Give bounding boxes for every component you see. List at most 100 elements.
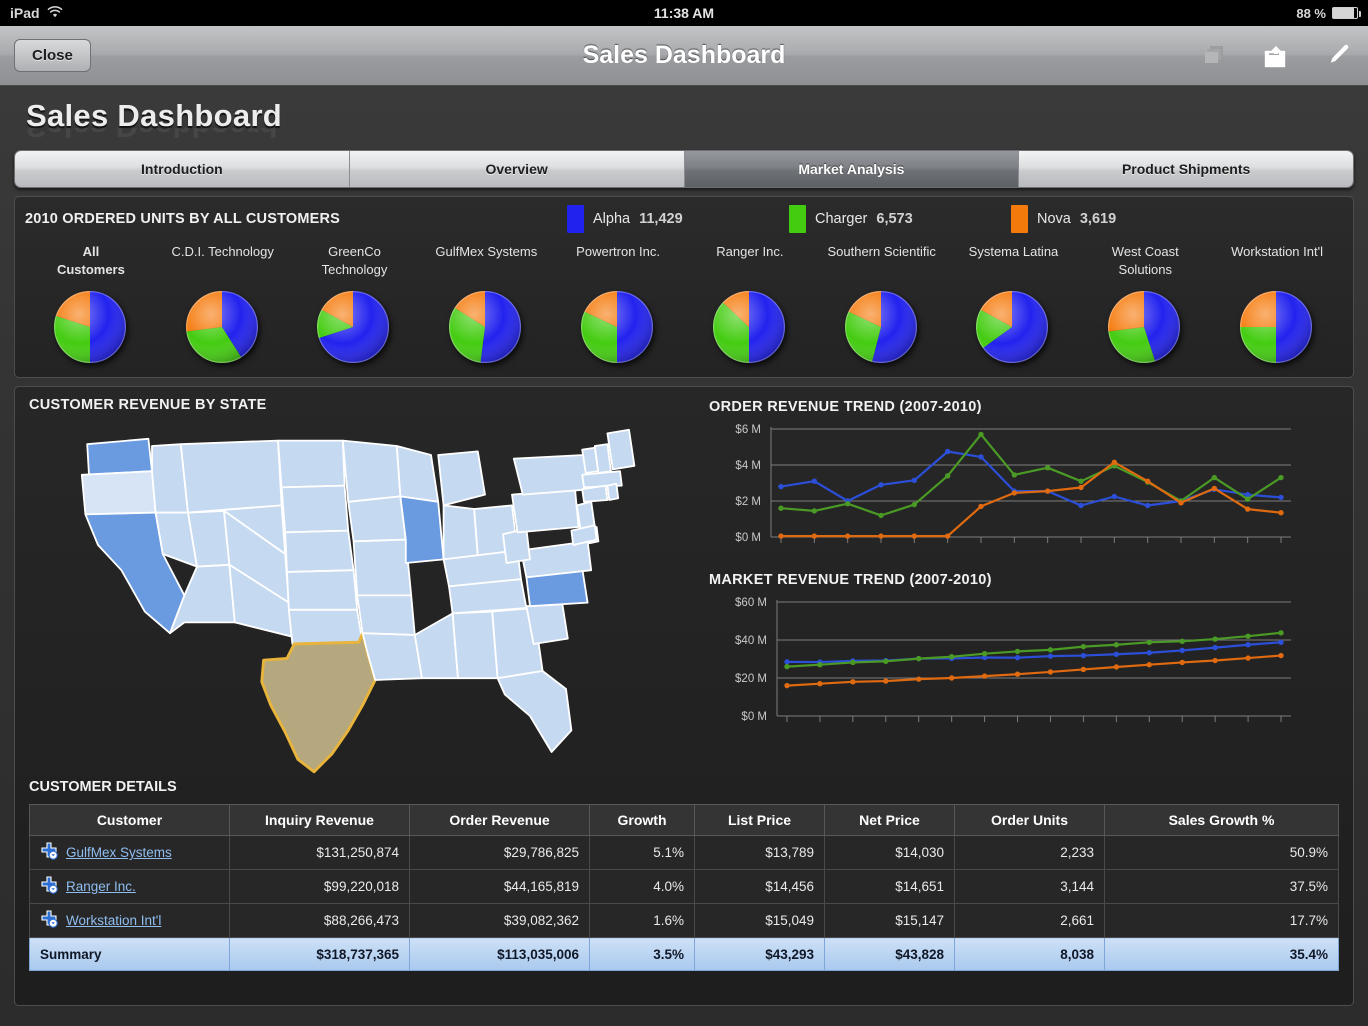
- pie-cell-7[interactable]: Systema Latina: [948, 243, 1080, 367]
- pie-cell-2[interactable]: GreenCo Technology: [289, 243, 421, 367]
- status-clock: 11:38 AM: [653, 5, 715, 21]
- cell-summary-list-price: $43,293: [694, 937, 825, 971]
- table-row[interactable]: Ranger Inc. $99,220,018 $44,165,819 4.0%…: [29, 869, 1339, 904]
- toolbar-title: Sales Dashboard: [582, 41, 786, 69]
- legend-value-nova: 3,619: [1079, 211, 1117, 227]
- customer-details-table: Customer Inquiry Revenue Order Revenue G…: [29, 804, 1339, 971]
- pie-chart-0[interactable]: [51, 287, 131, 367]
- pie-chart-8[interactable]: [1105, 287, 1185, 367]
- pie-cell-9[interactable]: Workstation Int'l: [1211, 243, 1343, 367]
- legend-item-charger[interactable]: Charger 6,573: [789, 205, 1011, 233]
- market-revenue-trend-block: MARKET REVENUE TREND (2007-2010) $0 M $20…: [709, 572, 1339, 749]
- col-order-revenue[interactable]: Order Revenue: [409, 804, 590, 836]
- expand-row-icon[interactable]: [40, 842, 58, 863]
- svg-text:$0 M: $0 M: [741, 711, 767, 723]
- cell-net-price: $14,651: [824, 869, 955, 904]
- cell-growth: 1.6%: [589, 903, 695, 938]
- order-revenue-trend-title: ORDER REVENUE TREND (2007-2010): [709, 399, 982, 415]
- pie-chart-1[interactable]: [183, 287, 263, 367]
- pie-chart-5[interactable]: [710, 287, 790, 367]
- legend-item-nova[interactable]: Nova 3,619: [1011, 205, 1233, 233]
- close-button[interactable]: Close: [14, 39, 91, 72]
- tab-market-analysis[interactable]: Market Analysis: [684, 151, 1020, 187]
- col-net-price[interactable]: Net Price: [824, 804, 955, 836]
- cell-summary-growth: 3.5%: [589, 937, 695, 971]
- col-customer[interactable]: Customer: [29, 804, 230, 836]
- cell-list-price: $13,789: [694, 835, 825, 870]
- cell-list-price: $15,049: [694, 903, 825, 938]
- pie-chart-2[interactable]: [314, 287, 394, 367]
- pie-chart-9[interactable]: [1237, 287, 1317, 367]
- pie-cell-6[interactable]: Southern Scientific: [816, 243, 948, 367]
- pencil-icon[interactable]: [1324, 41, 1354, 71]
- col-list-price[interactable]: List Price: [694, 804, 825, 836]
- pie-chart-7[interactable]: [973, 287, 1053, 367]
- pie-chart-6[interactable]: [842, 287, 922, 367]
- pie-cell-4[interactable]: Powertron Inc.: [552, 243, 684, 367]
- col-inquiry-revenue[interactable]: Inquiry Revenue: [229, 804, 410, 836]
- expand-row-icon[interactable]: [40, 910, 58, 931]
- pie-cell-5[interactable]: Ranger Inc.: [684, 243, 816, 367]
- pie-cell-0[interactable]: All Customers: [25, 243, 157, 367]
- cell-order-revenue: $29,786,825: [409, 835, 590, 870]
- status-left: iPad: [10, 5, 63, 21]
- page-title: Sales Dashboard: [26, 98, 283, 133]
- cell-summary-inquiry-revenue: $318,737,365: [229, 937, 410, 971]
- cell-summary-order-units: 8,038: [954, 937, 1105, 971]
- table-header-row: Customer Inquiry Revenue Order Revenue G…: [29, 804, 1339, 836]
- market-revenue-trend-chart[interactable]: $0 M $20 M $40 M $60 M: [709, 594, 1339, 749]
- wifi-icon: [47, 5, 63, 21]
- pie-chart-3[interactable]: [446, 287, 526, 367]
- table-row[interactable]: Workstation Int'l $88,266,473 $39,082,36…: [29, 903, 1339, 938]
- device-label: iPad: [10, 5, 40, 21]
- cell-growth: 5.1%: [589, 835, 695, 870]
- pie-cell-8[interactable]: West Coast Solutions: [1079, 243, 1211, 367]
- pie-label-9: Workstation Int'l: [1231, 244, 1323, 259]
- col-sales-growth[interactable]: Sales Growth %: [1104, 804, 1339, 836]
- svg-text:$4 M: $4 M: [735, 460, 761, 472]
- pie-cell-3[interactable]: GulfMex Systems: [420, 243, 552, 367]
- col-order-units[interactable]: Order Units: [954, 804, 1105, 836]
- cell-growth: 4.0%: [589, 869, 695, 904]
- pie-chart-4[interactable]: [578, 287, 658, 367]
- pie-label-4: Powertron Inc.: [576, 244, 660, 259]
- us-map[interactable]: [29, 419, 697, 784]
- cell-order-revenue: $44,165,819: [409, 869, 590, 904]
- tab-product-shipments[interactable]: Product Shipments: [1019, 151, 1353, 187]
- cell-summary-label: Summary: [29, 937, 230, 971]
- cell-customer[interactable]: Workstation Int'l: [29, 903, 230, 938]
- table-row[interactable]: GulfMex Systems $131,250,874 $29,786,825…: [29, 835, 1339, 870]
- pie-panel-header: 2010 ORDERED UNITS BY ALL CUSTOMERS Alph…: [25, 205, 1343, 233]
- tab-introduction[interactable]: Introduction: [15, 151, 350, 187]
- cell-order-revenue: $39,082,362: [409, 903, 590, 938]
- expand-row-icon[interactable]: [40, 876, 58, 897]
- cell-net-price: $14,030: [824, 835, 955, 870]
- order-revenue-trend-block: ORDER REVENUE TREND (2007-2010) $0 M $2 M…: [709, 399, 1339, 564]
- legend-value-alpha: 11,429: [639, 211, 683, 227]
- map-and-charts-row: CUSTOMER REVENUE BY STATE ORDER REVENUE …: [29, 397, 1339, 777]
- pie-label-5: Ranger Inc.: [716, 244, 784, 259]
- pie-label-7: Systema Latina: [968, 244, 1059, 259]
- pie-cell-1[interactable]: C.D.I. Technology: [157, 243, 289, 367]
- cell-customer[interactable]: Ranger Inc.: [29, 869, 230, 904]
- legend-value-charger: 6,573: [876, 211, 913, 227]
- customer-link[interactable]: GulfMex Systems: [66, 845, 172, 860]
- layers-icon[interactable]: [1200, 41, 1230, 71]
- tab-overview[interactable]: Overview: [349, 151, 685, 187]
- customer-link[interactable]: Workstation Int'l: [66, 913, 161, 928]
- pie-legend: Alpha 11,429 Charger 6,573 Nova 3,619: [567, 205, 1343, 233]
- cell-sales-growth: 37.5%: [1104, 869, 1339, 904]
- pie-label-0: All Customers: [56, 244, 125, 277]
- pie-label-6: Southern Scientific: [827, 244, 936, 259]
- legend-item-alpha[interactable]: Alpha 11,429: [567, 205, 789, 233]
- col-growth[interactable]: Growth: [589, 804, 695, 836]
- cell-customer[interactable]: GulfMex Systems: [29, 835, 230, 870]
- customer-link[interactable]: Ranger Inc.: [66, 879, 136, 894]
- legend-swatch-charger: [789, 205, 806, 233]
- cell-summary-net-price: $43,828: [824, 937, 955, 971]
- cell-summary-order-revenue: $113,035,006: [409, 937, 590, 971]
- cell-sales-growth: 50.9%: [1104, 835, 1339, 870]
- order-revenue-trend-chart[interactable]: $0 M $2 M $4 M $6 M: [709, 421, 1339, 564]
- market-revenue-trend-title: MARKET REVENUE TREND (2007-2010): [709, 572, 992, 588]
- share-icon[interactable]: [1262, 41, 1292, 71]
